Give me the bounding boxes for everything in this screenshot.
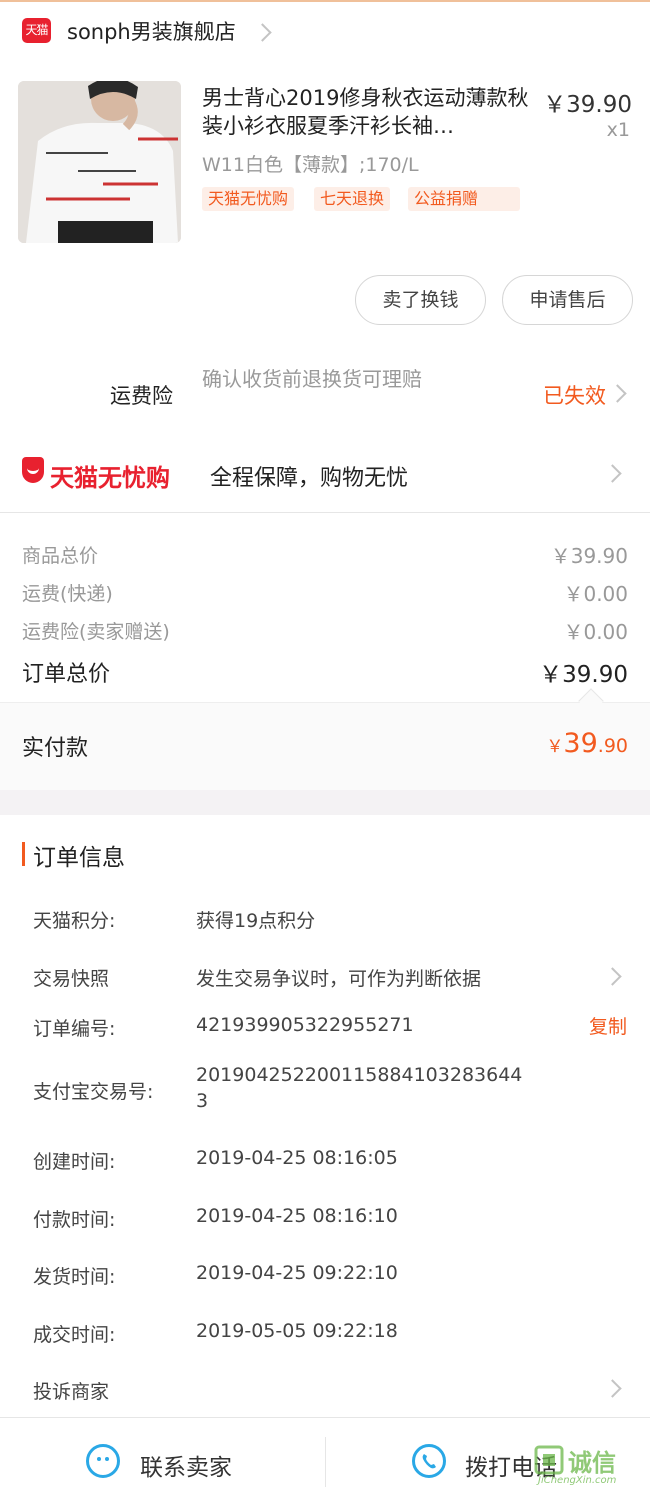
product-tag: 天猫无忧购 bbox=[202, 187, 295, 211]
paid-decimal: .90 bbox=[597, 735, 628, 757]
paid-integer: 39 bbox=[563, 728, 598, 759]
product-quantity: x1 bbox=[606, 119, 630, 141]
phone-icon[interactable] bbox=[412, 1444, 446, 1478]
section-gap bbox=[0, 790, 650, 815]
snapshot-label[interactable]: 交易快照 bbox=[33, 964, 109, 991]
aftersale-button[interactable]: 申请售后 bbox=[502, 275, 633, 325]
summary-value: ￥0.00 bbox=[563, 582, 628, 606]
product-tag: 七天退换 bbox=[314, 187, 391, 211]
wuyou-text[interactable]: 全程保障，购物无忧 bbox=[210, 460, 408, 492]
info-label: 发货时间: bbox=[33, 1266, 116, 1288]
product-title[interactable]: 男士背心2019修身秋衣运动薄款秋装小衫衣服夏季汗衫长袖… bbox=[202, 84, 537, 140]
product-price: ￥39.90 bbox=[543, 92, 632, 118]
info-value: 2019-05-05 09:22:18 bbox=[196, 1320, 398, 1342]
info-value: 2019-04-25 08:16:05 bbox=[196, 1147, 398, 1169]
info-label: 成交时间: bbox=[33, 1324, 116, 1346]
divider bbox=[0, 512, 650, 513]
tmall-shield-icon bbox=[22, 457, 44, 483]
paid-currency: ￥ bbox=[546, 737, 564, 757]
divider bbox=[325, 1437, 326, 1487]
insurance-description: 确认收货前退换货可理赔 bbox=[202, 367, 422, 391]
watermark-text: 诚信 bbox=[568, 1449, 616, 1477]
contact-seller-button[interactable]: 联系卖家 bbox=[140, 1448, 232, 1482]
paid-label: 实付款 bbox=[22, 736, 89, 761]
complain-link[interactable]: 投诉商家 bbox=[33, 1377, 109, 1404]
tmall-logo-icon: 天猫 bbox=[22, 18, 51, 43]
chat-icon[interactable] bbox=[86, 1444, 120, 1478]
summary-label: 运费险(卖家赠送) bbox=[22, 621, 170, 643]
product-sku: W11白色【薄款】;170/L bbox=[202, 154, 419, 176]
alipay-number-line1: 201904252200115884103283644 bbox=[196, 1064, 523, 1086]
product-image[interactable] bbox=[18, 81, 181, 243]
order-info-title: 订单信息 bbox=[33, 845, 125, 871]
info-label: 创建时间: bbox=[33, 1151, 116, 1173]
chevron-right-icon bbox=[608, 384, 627, 403]
product-tag: 公益捐赠 bbox=[408, 187, 520, 211]
shop-name[interactable]: sonph男装旗舰店 bbox=[67, 16, 236, 46]
insurance-status[interactable]: 已失效 bbox=[543, 380, 606, 410]
watermark-subtext: JiChengXin.com bbox=[538, 1475, 617, 1486]
info-label: 支付宝交易号: bbox=[33, 1081, 154, 1103]
info-label: 付款时间: bbox=[33, 1209, 116, 1231]
copy-button[interactable]: 复制 bbox=[589, 1012, 627, 1039]
order-total-value: ￥39.90 bbox=[539, 662, 628, 688]
summary-label: 商品总价 bbox=[22, 545, 99, 567]
order-number: 421939905322955271 bbox=[196, 1014, 414, 1036]
info-label: 天猫积分: bbox=[33, 910, 116, 932]
summary-value: ￥0.00 bbox=[563, 620, 628, 644]
sell-button[interactable]: 卖了换钱 bbox=[355, 275, 486, 325]
chevron-right-icon bbox=[603, 1379, 622, 1398]
watermark-logo: 诚信 JiChengXin.com bbox=[534, 1443, 646, 1487]
wuyou-brand: 天猫无忧购 bbox=[50, 464, 170, 492]
alipay-number-line2: 3 bbox=[196, 1090, 209, 1112]
summary-label: 运费(快递) bbox=[22, 583, 113, 605]
chevron-right-icon bbox=[603, 967, 622, 986]
shop-header[interactable]: 天猫 sonph男装旗舰店 bbox=[0, 2, 650, 62]
info-label: 订单编号: bbox=[33, 1018, 116, 1040]
chevron-right-icon bbox=[603, 464, 622, 483]
info-value: 2019-04-25 08:16:10 bbox=[196, 1205, 398, 1227]
chevron-right-icon bbox=[253, 23, 272, 42]
summary-value: ￥39.90 bbox=[550, 544, 628, 568]
snapshot-value[interactable]: 发生交易争议时，可作为判断依据 bbox=[196, 964, 481, 991]
order-total-label: 订单总价 bbox=[22, 662, 111, 687]
info-value: 2019-04-25 09:22:10 bbox=[196, 1262, 398, 1284]
paid-amount: ￥39.90 bbox=[546, 728, 628, 759]
section-accent-bar bbox=[22, 842, 25, 866]
insurance-label: 运费险 bbox=[110, 384, 173, 408]
info-value: 获得19点积分 bbox=[196, 910, 316, 932]
